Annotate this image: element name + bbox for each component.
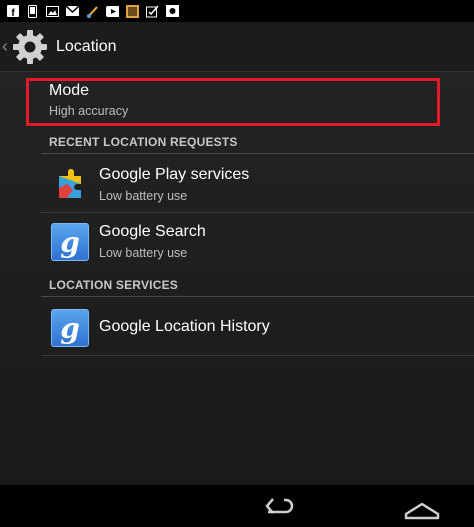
location-settings-list: Mode High accuracy RECENT LOCATION REQUE… <box>0 72 474 485</box>
section-divider <box>41 153 474 154</box>
up-caret-icon[interactable]: ‹ <box>2 36 10 57</box>
item-subtitle: Low battery use <box>99 189 188 203</box>
photo-icon <box>166 5 179 18</box>
status-bar: f <box>0 0 474 22</box>
gmail-icon <box>66 5 79 18</box>
item-divider <box>41 355 474 356</box>
navigation-bar <box>0 485 474 527</box>
action-bar: ‹ Location <box>0 22 474 72</box>
youtube-icon <box>106 5 119 18</box>
section-divider <box>41 296 474 297</box>
gallery-icon <box>126 4 139 18</box>
phone-icon <box>26 4 39 18</box>
item-title: Google Location History <box>99 318 270 335</box>
item-subtitle: Low battery use <box>99 246 188 260</box>
facebook-icon: f <box>6 5 19 18</box>
home-icon[interactable] <box>402 492 442 520</box>
back-icon[interactable] <box>260 492 300 520</box>
settings-gear-icon[interactable] <box>10 27 50 67</box>
paintbrush-icon <box>86 5 99 18</box>
image-icon <box>46 5 59 18</box>
mode-highlight-box <box>26 78 440 126</box>
google-search-icon: g <box>51 223 89 261</box>
google-location-history-icon: g <box>51 309 89 347</box>
item-title: Google Search <box>99 223 206 240</box>
page-title: Location <box>56 37 117 55</box>
list-item-google-location-history[interactable]: g Google Location History <box>41 299 474 355</box>
recent-requests-header: RECENT LOCATION REQUESTS <box>49 135 238 149</box>
item-title: Google Play services <box>99 166 250 183</box>
google-play-services-icon <box>51 166 89 204</box>
location-services-header: LOCATION SERVICES <box>49 278 178 292</box>
list-item-google-play-services[interactable]: Google Play services Low battery use <box>41 156 474 212</box>
checklist-icon <box>146 5 159 18</box>
list-item-google-search[interactable]: g Google Search Low battery use <box>41 213 474 269</box>
